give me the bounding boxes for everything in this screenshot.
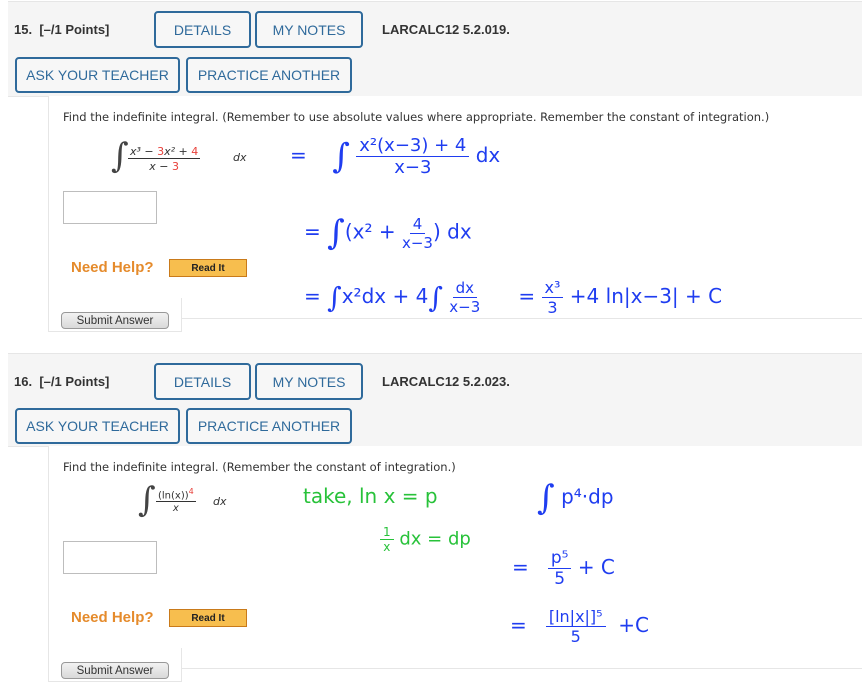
question-number: 15. [14,22,33,37]
need-help-label: Need Help? [71,609,154,626]
question-16-body [48,446,862,669]
need-help-label: Need Help? [71,259,154,276]
question-points: [–/1 Points] [39,22,110,37]
integrand-fraction: (ln(x))4 x [156,487,196,514]
handwritten-step-1: ∫ p⁴·dp [537,478,614,518]
read-it-button[interactable]: Read It [169,609,247,627]
handwritten-step-1: = ∫ x²(x−3) + 4 x−3 dx [290,135,501,178]
answer-input[interactable] [63,541,157,574]
details-button[interactable]: DETAILS [154,363,251,400]
differential: dx [233,151,247,164]
handwritten-differential: 1x dx = dp [380,525,471,554]
integrand-denominator: x [172,503,179,515]
integrand-fraction: x³ − 3x² + 4 x − 3 [128,145,201,173]
integral-sign: ∫ [138,480,156,520]
handwritten-step-3: = [ln|x|]⁵ 5 +C [510,607,650,646]
integrand-numerator: x³ − 3x² + 4 [128,145,201,159]
question-prompt: Find the indefinite integral. (Remember … [63,460,456,474]
submit-answer-button[interactable]: Submit Answer [61,312,169,329]
problem-code: LARCALC12 5.2.023. [382,374,510,389]
practice-another-button[interactable]: PRACTICE ANOTHER [186,408,352,444]
integrand-numerator: (ln(x))4 [156,487,196,503]
details-button[interactable]: DETAILS [154,11,251,48]
my-notes-button[interactable]: MY NOTES [255,363,363,400]
my-notes-button[interactable]: MY NOTES [255,11,363,48]
differential: dx [213,495,227,508]
practice-another-button[interactable]: PRACTICE ANOTHER [186,57,352,93]
handwritten-step-2: = p⁵ 5 + C [512,548,615,589]
question-points: [–/1 Points] [39,374,110,389]
read-it-button[interactable]: Read It [169,259,247,277]
question-prompt: Find the indefinite integral. (Remember … [63,110,770,124]
question-number: 16. [14,374,33,389]
integral-sign: ∫ [111,136,129,176]
problem-code: LARCALC12 5.2.019. [382,22,510,37]
question-number-points: 15. [–/1 Points] [14,22,109,37]
answer-input[interactable] [63,191,157,224]
submit-answer-button[interactable]: Submit Answer [61,662,169,679]
handwritten-step-2: = ∫(x² + 4 x−3) dx [304,213,472,253]
handwritten-step-3: = ∫x²dx + 4∫ dx x−3 = x³ 3 +4 ln|x−3| + C [304,278,723,317]
integrand-denominator: x − 3 [149,160,179,173]
ask-your-teacher-button[interactable]: ASK YOUR TEACHER [15,57,180,93]
question-number-points: 16. [–/1 Points] [14,374,109,389]
handwritten-substitution: take, ln x = p [303,484,438,508]
ask-your-teacher-button[interactable]: ASK YOUR TEACHER [15,408,180,444]
